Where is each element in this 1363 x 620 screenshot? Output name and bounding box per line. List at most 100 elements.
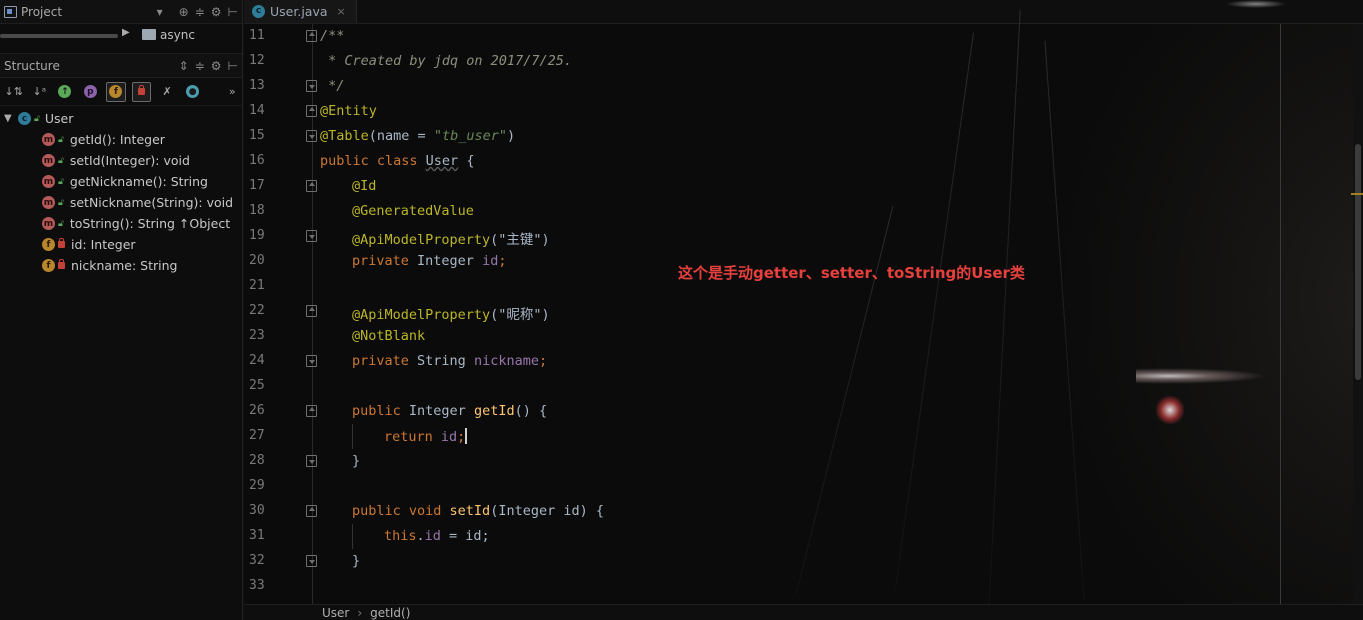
breadcrumb-separator-icon: › — [357, 605, 363, 620]
locate-icon[interactable]: ⊕ — [179, 5, 189, 19]
code-line[interactable]: 31 this.id = id; — [244, 524, 1280, 549]
code-token: . — [416, 528, 425, 544]
tree-item[interactable]: m 🔓︎ getNickname(): String — [0, 171, 242, 192]
tree-item[interactable]: m 🔓︎ setId(Integer): void — [0, 150, 242, 171]
code-text: /** — [320, 28, 345, 44]
tree-root-user[interactable]: ▼ c 🔓︎ User — [0, 108, 242, 129]
collapse-icon[interactable]: ≑ — [195, 5, 205, 19]
tree-item[interactable]: f nickname: String — [0, 255, 242, 276]
tree-item[interactable]: m 🔓︎ getId(): Integer — [0, 129, 242, 150]
fold-marker-icon[interactable] — [306, 130, 317, 142]
code-area[interactable]: 11 /** 12 * Created by jdq on 2017/7/25.… — [244, 24, 1280, 599]
code-line[interactable]: 32 } — [244, 549, 1280, 574]
code-token: { — [458, 153, 475, 169]
code-line[interactable]: 16 public class User { — [244, 149, 1280, 174]
show-non-public-icon[interactable] — [131, 81, 152, 102]
code-line[interactable]: 17 @Id — [244, 174, 1280, 199]
close-tab-icon[interactable]: × — [337, 5, 346, 18]
fold-marker-icon[interactable] — [306, 305, 317, 317]
show-inherited-icon[interactable]: ↑ — [55, 82, 75, 102]
line-number: 15 — [249, 128, 265, 143]
code-line[interactable]: 18 @GeneratedValue — [244, 199, 1280, 224]
code-token: ; — [498, 253, 507, 269]
public-icon: 🔓︎ — [58, 197, 64, 208]
project-tree-row[interactable]: ▶ async — [0, 24, 242, 46]
code-token: return — [384, 429, 441, 445]
breadcrumb-item-class[interactable]: User — [322, 606, 349, 620]
code-line[interactable]: 11 /** — [244, 24, 1280, 49]
code-text: public Integer getId() { — [352, 403, 547, 419]
code-line[interactable]: 13 */ — [244, 74, 1280, 99]
expand-all-icon[interactable]: ⇕ — [179, 59, 189, 73]
code-line[interactable]: 19 @ApiModelProperty("主键") — [244, 224, 1280, 249]
sort-by-visibility-icon[interactable]: ↓⇅ — [4, 82, 24, 102]
fold-marker-icon[interactable] — [306, 230, 317, 242]
fold-marker-icon[interactable] — [306, 80, 317, 92]
show-fields-icon[interactable]: f — [106, 81, 126, 102]
vertical-scrollbar[interactable] — [1353, 24, 1363, 604]
code-line[interactable]: 22 @ApiModelProperty("昵称") — [244, 299, 1280, 324]
collapse-arrow-icon[interactable]: ▼ — [4, 113, 18, 124]
fold-marker-icon[interactable] — [306, 355, 317, 367]
code-line[interactable]: 24 private String nickname; — [244, 349, 1280, 374]
code-line[interactable]: 28 } — [244, 449, 1280, 474]
collapse-all-icon[interactable]: ≑ — [195, 59, 205, 73]
fold-marker-icon[interactable] — [306, 105, 317, 117]
code-line[interactable]: 33 — [244, 574, 1280, 599]
show-lambdas-icon[interactable]: ✗ — [157, 82, 177, 102]
code-line[interactable]: 15 @Table(name = "tb_user") — [244, 124, 1280, 149]
fold-marker-icon[interactable] — [306, 455, 317, 467]
code-text: private String nickname; — [352, 353, 547, 369]
fold-marker-icon[interactable] — [306, 505, 317, 517]
fold-marker-icon[interactable] — [306, 405, 317, 417]
dropdown-arrow-icon[interactable]: ▾ — [157, 5, 163, 19]
code-line[interactable]: 27 return id; — [244, 424, 1280, 449]
code-text: this.id = id; — [384, 528, 490, 544]
code-line[interactable]: 14 @Entity — [244, 99, 1280, 124]
sort-alphabetically-icon[interactable]: ↓ᵃ — [30, 82, 50, 102]
tree-item[interactable]: m 🔓︎ toString(): String ↑Object — [0, 213, 242, 234]
fold-marker-icon[interactable] — [306, 555, 317, 567]
fold-marker-icon[interactable] — [306, 180, 317, 192]
gear-icon[interactable]: ⚙ — [211, 5, 222, 19]
line-number: 17 — [249, 178, 265, 193]
fold-marker-icon[interactable] — [306, 30, 317, 42]
breadcrumb-item-method[interactable]: getId() — [370, 606, 410, 620]
tree-item[interactable]: m 🔓︎ setNickname(String): void — [0, 192, 242, 213]
more-icon[interactable]: » — [222, 82, 242, 102]
horizontal-scrollbar[interactable] — [0, 34, 118, 38]
code-line[interactable]: 30 public void setId(Integer id) { — [244, 499, 1280, 524]
line-number: 16 — [249, 153, 265, 168]
indent-guide — [352, 424, 353, 449]
code-editor[interactable]: c User.java × 11 /** 12 * Created by jdq… — [244, 0, 1363, 620]
autoscroll-icon[interactable]: ● — [183, 82, 203, 102]
tree-item[interactable]: f id: Integer — [0, 234, 242, 255]
method-icon: m — [42, 196, 55, 209]
scrollbar-thumb[interactable] — [1355, 144, 1361, 380]
code-token: (Integer id) { — [490, 503, 604, 519]
project-view-selector[interactable]: Project — [4, 5, 62, 19]
line-number: 31 — [249, 528, 265, 543]
background-image-detail — [1226, 0, 1286, 8]
hide-panel-icon[interactable]: ⊢ — [228, 59, 238, 73]
warning-marker[interactable] — [1351, 193, 1363, 195]
code-line[interactable]: 25 — [244, 374, 1280, 399]
code-token: id — [482, 253, 499, 269]
code-line[interactable]: 12 * Created by jdq on 2017/7/25. — [244, 49, 1280, 74]
line-number: 20 — [249, 253, 265, 268]
show-properties-icon[interactable]: p — [81, 82, 101, 102]
code-line[interactable]: 23 @NotBlank — [244, 324, 1280, 349]
structure-panel-title: Structure — [4, 58, 60, 73]
code-line[interactable]: 29 — [244, 474, 1280, 499]
code-line[interactable]: 26 public Integer getId() { — [244, 399, 1280, 424]
line-number: 22 — [249, 303, 265, 318]
expand-arrow-icon[interactable]: ▶ — [122, 27, 130, 38]
code-token: User — [425, 153, 459, 169]
gear-icon[interactable]: ⚙ — [211, 59, 222, 73]
line-number: 28 — [249, 453, 265, 468]
hide-panel-icon[interactable]: ⊢ — [228, 5, 238, 19]
text-caret — [465, 428, 468, 444]
code-token: public class — [320, 153, 426, 169]
panel-divider[interactable] — [0, 46, 242, 54]
tab-user-java[interactable]: c User.java × — [244, 0, 357, 23]
